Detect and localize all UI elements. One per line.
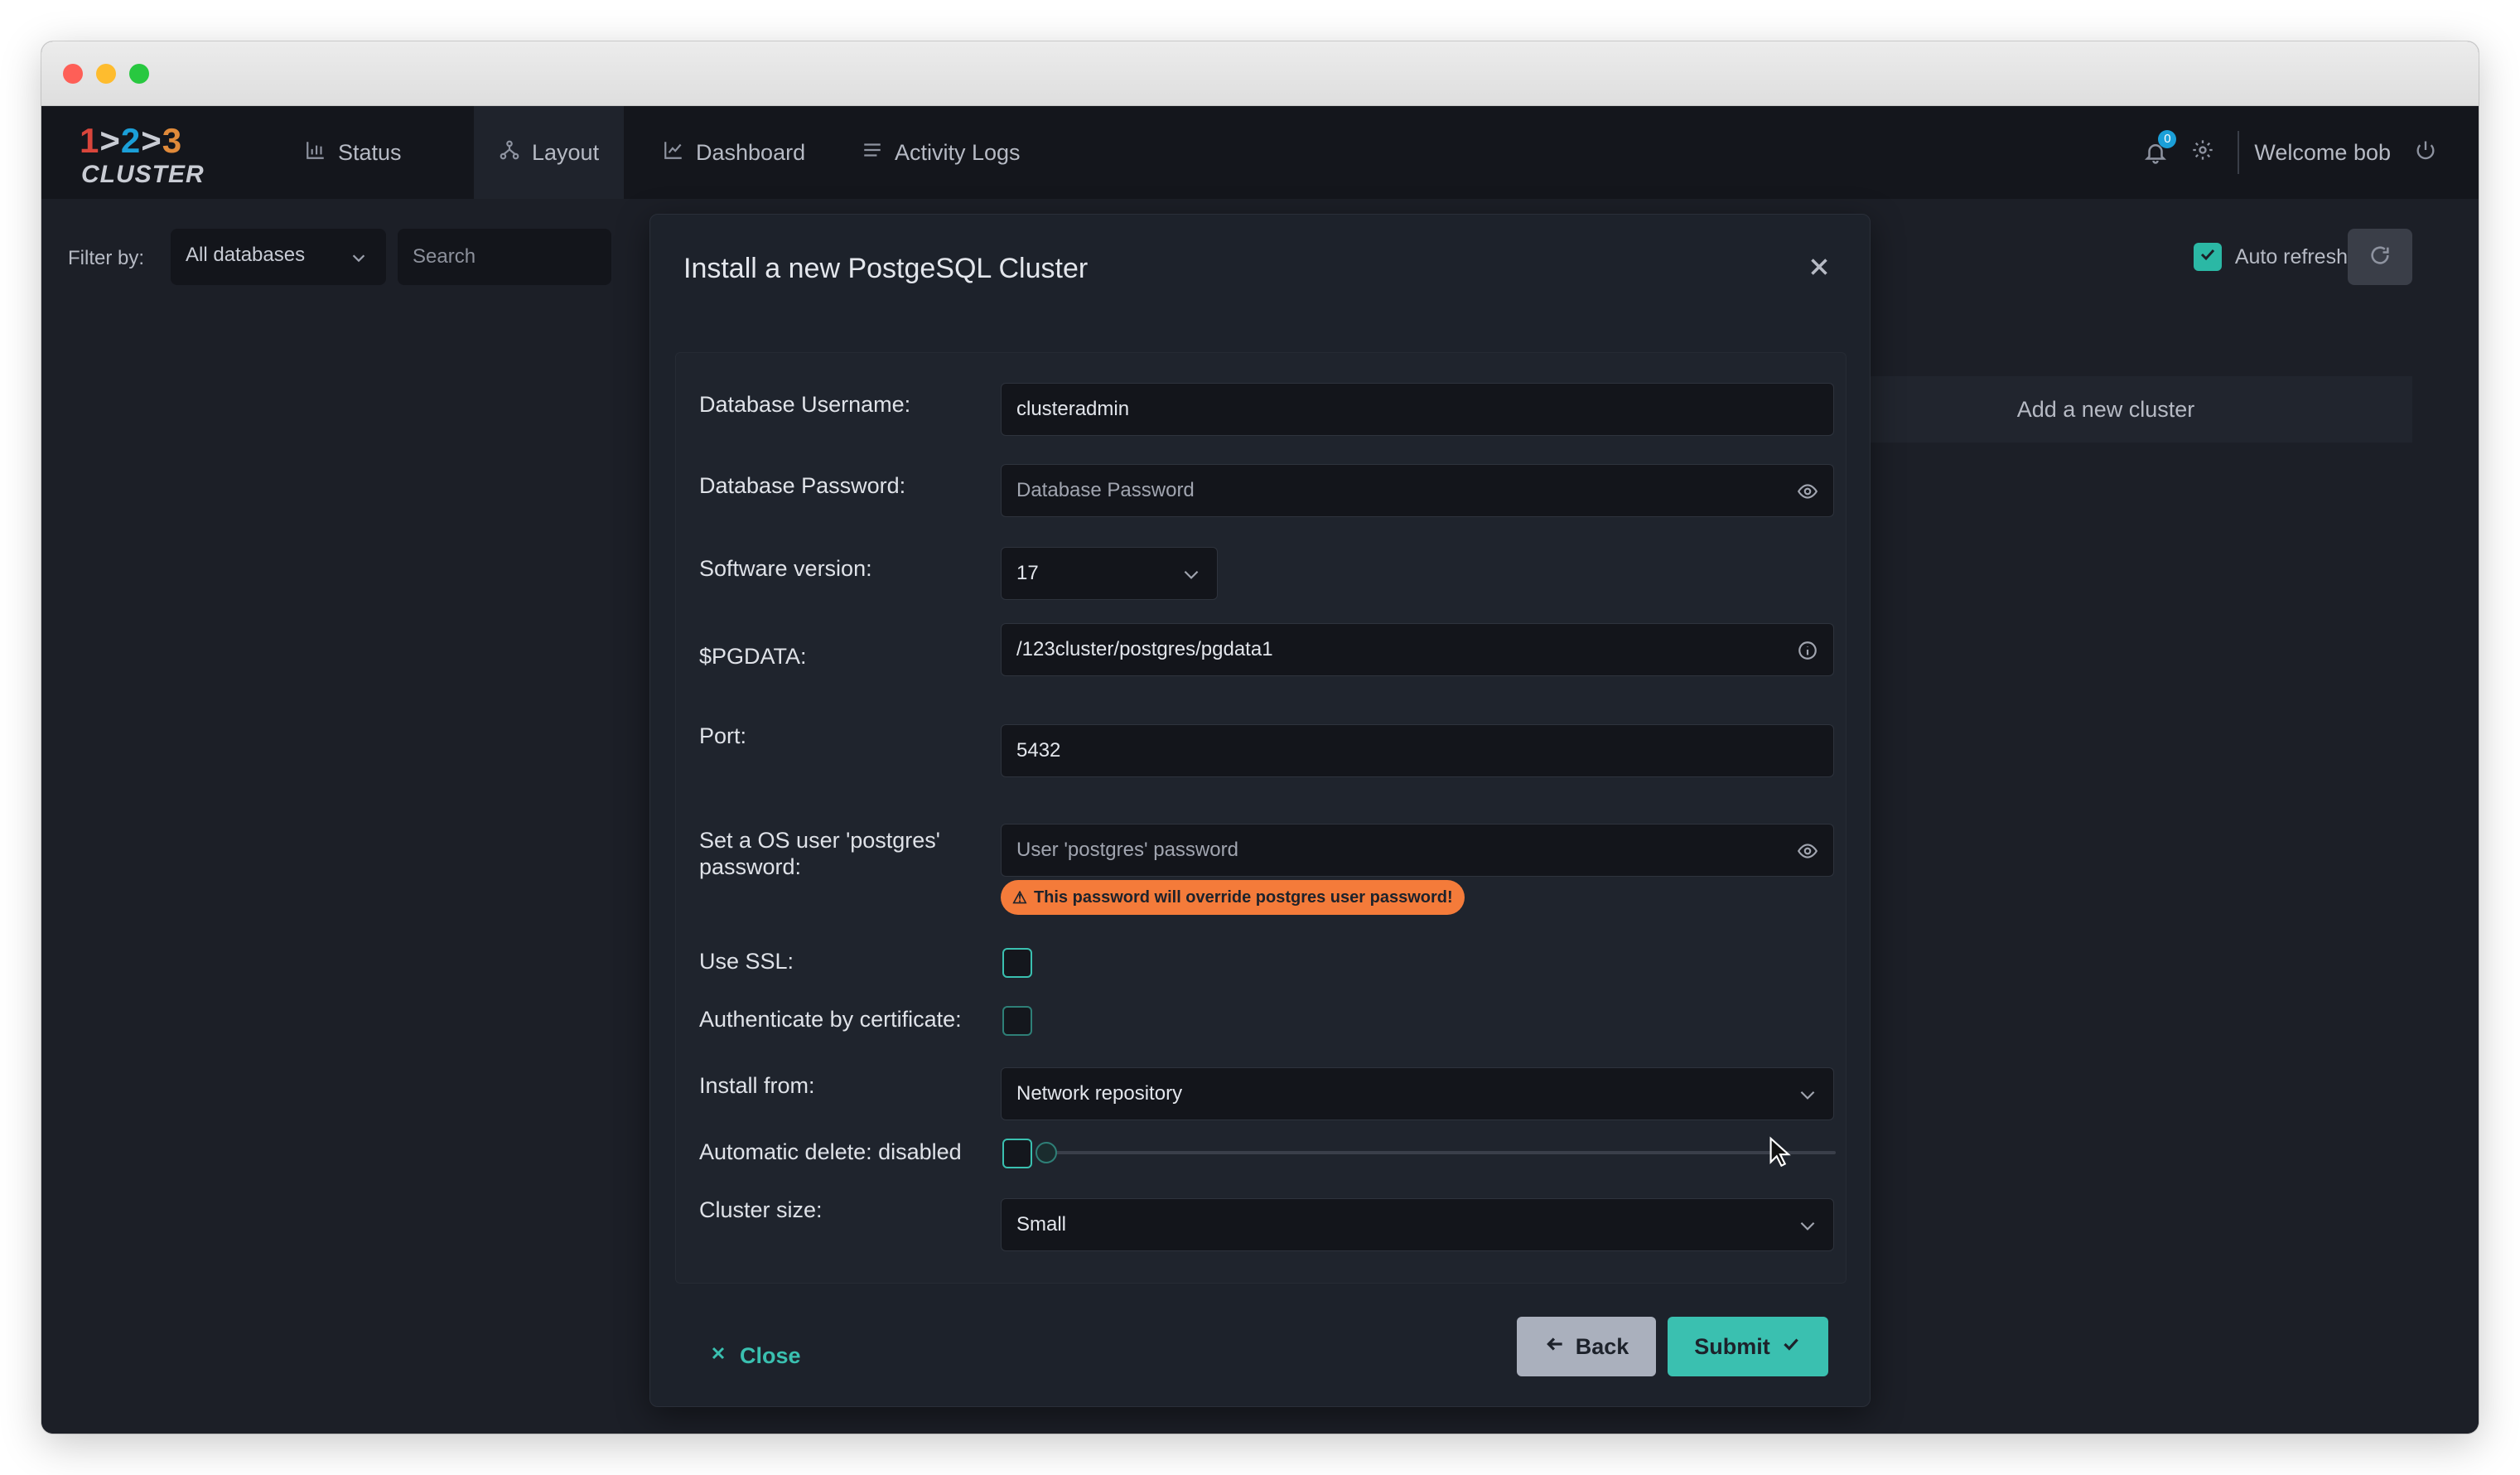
chevron-down-icon xyxy=(1797,1215,1818,1236)
refresh-button[interactable] xyxy=(2348,229,2412,285)
maximize-window-button[interactable] xyxy=(129,64,149,84)
auth-cert-checkbox[interactable] xyxy=(1002,1006,1032,1036)
install-from-label: Install from: xyxy=(699,1073,815,1098)
db-username-input[interactable]: clusteradmin xyxy=(1001,383,1834,436)
filter-label: Filter by: xyxy=(68,247,145,269)
auto-refresh-checkbox[interactable] xyxy=(2193,243,2222,271)
password-warning-badge: ⚠ This password will override postgres u… xyxy=(1001,880,1465,915)
cluster-size-value: Small xyxy=(1016,1213,1067,1236)
close-icon xyxy=(708,1343,728,1369)
minimize-window-button[interactable] xyxy=(96,64,116,84)
auto-delete-checkbox[interactable] xyxy=(1002,1139,1032,1168)
use-ssl-label: Use SSL: xyxy=(699,949,794,974)
software-version-select[interactable]: 17 xyxy=(1001,547,1218,600)
nav-activity-logs-label: Activity Logs xyxy=(895,139,1021,165)
os-password-label: Set a OS user 'postgres' password: xyxy=(699,827,940,880)
notification-badge: 0 xyxy=(2158,130,2177,148)
auto-delete-slider-track[interactable] xyxy=(1040,1151,1836,1154)
arrow-left-icon xyxy=(1544,1333,1566,1361)
gear-icon[interactable] xyxy=(2191,138,2214,167)
os-password-label-line2: password: xyxy=(699,854,802,879)
os-password-label-line1: Set a OS user 'postgres' xyxy=(699,828,940,853)
db-password-label: Database Password: xyxy=(699,473,906,498)
database-filter-select[interactable]: All databases xyxy=(171,229,386,285)
modal-form: Database Username: clusteradmin Database… xyxy=(675,352,1847,1284)
os-password-placeholder: User 'postgres' password xyxy=(1016,839,1238,861)
port-value: 5432 xyxy=(1016,739,1061,762)
eye-icon[interactable] xyxy=(1797,481,1818,502)
auto-delete-slider-handle[interactable] xyxy=(1036,1142,1057,1163)
back-button-label: Back xyxy=(1575,1333,1629,1359)
hierarchy-icon xyxy=(499,139,520,167)
notifications-button[interactable]: 0 xyxy=(2143,130,2177,165)
nav-status-label: Status xyxy=(338,139,402,165)
info-icon[interactable] xyxy=(1797,640,1818,661)
os-password-input[interactable]: User 'postgres' password xyxy=(1001,824,1834,877)
install-from-value: Network repository xyxy=(1016,1082,1183,1105)
chevron-down-icon xyxy=(1180,563,1202,585)
submit-button-label: Submit xyxy=(1694,1333,1770,1359)
search-input[interactable] xyxy=(398,229,611,285)
db-password-placeholder: Database Password xyxy=(1016,479,1195,501)
db-password-input[interactable]: Database Password xyxy=(1001,464,1834,517)
nav-layout[interactable]: Layout xyxy=(474,106,625,199)
install-from-select[interactable]: Network repository xyxy=(1001,1067,1834,1120)
db-username-value: clusteradmin xyxy=(1016,398,1130,420)
modal-title: Install a new PostgeSQL Cluster xyxy=(683,253,1089,284)
welcome-text: Welcome bob xyxy=(2254,139,2391,165)
add-cluster-button[interactable]: Add a new cluster xyxy=(1799,376,2412,442)
software-version-value: 17 xyxy=(1016,562,1039,584)
nav-status[interactable]: Status xyxy=(305,106,402,199)
close-button-label: Close xyxy=(740,1343,801,1368)
close-icon xyxy=(1805,259,1833,284)
auto-refresh-label: Auto refresh xyxy=(2234,244,2348,268)
logo-digits: 1>2>3 xyxy=(80,121,183,160)
port-input[interactable]: 5432 xyxy=(1001,724,1834,777)
submit-button[interactable]: Submit xyxy=(1668,1317,1828,1376)
top-navigation: 1>2>3 CLUSTER Status Layout Dashboard Ac… xyxy=(41,106,2479,199)
eye-icon[interactable] xyxy=(1797,840,1818,862)
close-window-button[interactable] xyxy=(63,64,83,84)
app-window: 1>2>3 CLUSTER Status Layout Dashboard Ac… xyxy=(41,41,2479,1434)
nav-activity-logs[interactable]: Activity Logs xyxy=(862,106,1021,199)
bar-chart-icon xyxy=(305,139,326,167)
logo-word: CLUSTER xyxy=(81,161,205,188)
software-version-label: Software version: xyxy=(699,556,872,581)
cluster-size-select[interactable]: Small xyxy=(1001,1198,1834,1251)
title-bar xyxy=(41,41,2479,106)
refresh-icon xyxy=(2368,244,2392,271)
nav-layout-label: Layout xyxy=(532,139,600,165)
port-label: Port: xyxy=(699,723,747,748)
logo[interactable]: 1>2>3 CLUSTER xyxy=(80,121,204,188)
header-right: 0 Welcome bob xyxy=(2143,106,2437,199)
pgdata-input[interactable]: /123cluster/postgres/pgdata1 xyxy=(1001,623,1834,676)
use-ssl-checkbox[interactable] xyxy=(1002,948,1032,978)
pgdata-value: /123cluster/postgres/pgdata1 xyxy=(1016,638,1273,660)
auth-cert-label: Authenticate by certificate: xyxy=(699,1007,962,1032)
back-button[interactable]: Back xyxy=(1517,1317,1656,1376)
cluster-size-label: Cluster size: xyxy=(699,1197,823,1222)
warning-icon: ⚠ xyxy=(1012,888,1027,907)
pgdata-label: $PGDATA: xyxy=(699,644,807,669)
database-filter-value: All databases xyxy=(186,244,306,266)
auto-refresh-toggle[interactable]: Auto refresh xyxy=(2193,229,2348,285)
close-button[interactable]: Close xyxy=(708,1343,801,1369)
db-username-label: Database Username: xyxy=(699,392,911,417)
mouse-cursor-icon xyxy=(1768,1136,1793,1169)
password-warning-text: This password will override postgres use… xyxy=(1033,887,1453,907)
nav-dashboard[interactable]: Dashboard xyxy=(663,106,805,199)
bell-icon xyxy=(2143,144,2168,170)
nav-dashboard-label: Dashboard xyxy=(696,139,806,165)
line-chart-icon xyxy=(663,139,684,167)
chevron-down-icon xyxy=(1797,1084,1818,1105)
list-icon xyxy=(862,139,883,167)
check-icon xyxy=(2198,244,2218,270)
app-content: 1>2>3 CLUSTER Status Layout Dashboard Ac… xyxy=(41,106,2479,1434)
check-icon xyxy=(1780,1333,1802,1361)
modal-close-button[interactable] xyxy=(1805,253,1833,281)
install-cluster-modal: Install a new PostgeSQL Cluster Database… xyxy=(649,214,1871,1407)
power-icon[interactable] xyxy=(2414,138,2437,167)
auto-delete-label: Automatic delete: disabled xyxy=(699,1139,962,1164)
header-divider xyxy=(2238,131,2240,174)
